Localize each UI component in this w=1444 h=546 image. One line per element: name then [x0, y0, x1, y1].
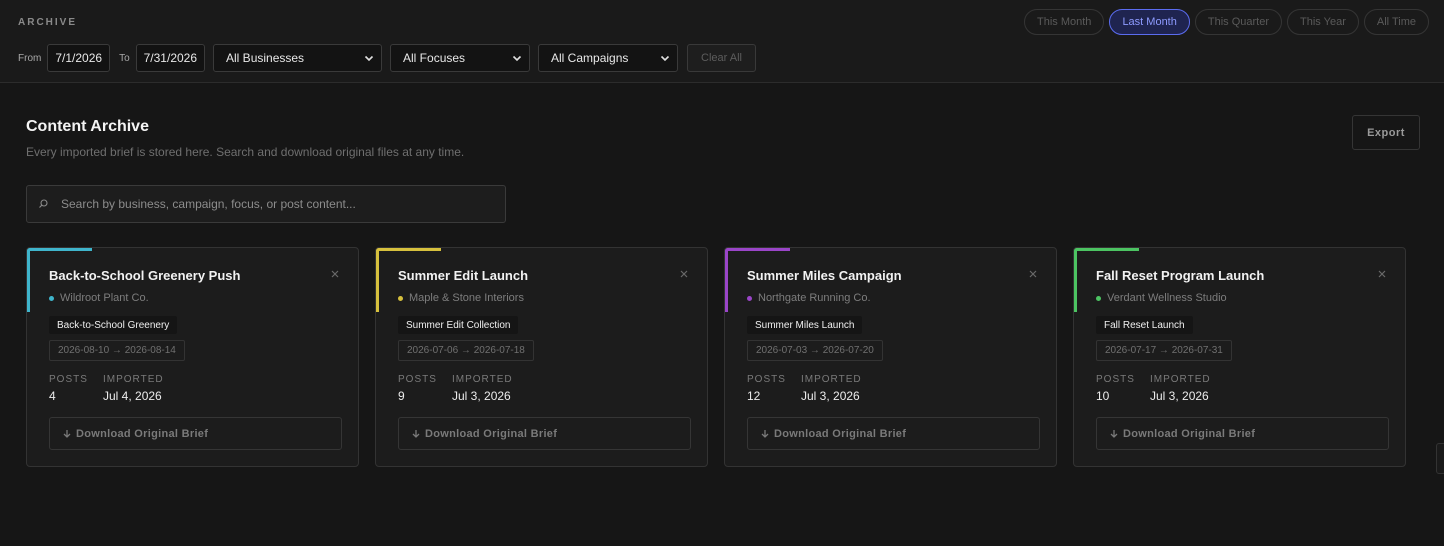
card-business: Wildroot Plant Co. [49, 292, 149, 304]
page-subtitle: Every imported brief is stored here. Sea… [26, 145, 465, 159]
campaign-tag: Summer Edit Collection [398, 316, 519, 334]
campaign-tag: Back-to-School Greenery [49, 316, 178, 334]
card-title: Back-to-School Greenery Push [49, 268, 241, 283]
chevron-down-icon [512, 55, 522, 62]
brief-card: Summer Edit Launch Maple & Stone Interio… [375, 247, 708, 467]
imported-date: Jul 3, 2026 [801, 389, 860, 403]
business-name: Northgate Running Co. [758, 292, 871, 304]
side-panel-handle[interactable] [1436, 443, 1444, 474]
posts-count: 4 [49, 389, 56, 403]
imported-label: IMPORTED [1150, 374, 1211, 385]
card-accent [1074, 248, 1139, 251]
from-date-input[interactable]: 7/1/2026 [47, 44, 111, 72]
range-pill-this-quarter[interactable]: This Quarter [1194, 9, 1282, 35]
date-range-badge: 2026-08-10 → 2026-08-14 [49, 340, 185, 361]
campaign-select-value: All Campaigns [551, 51, 629, 65]
download-arrow-icon [1110, 429, 1118, 438]
filter-row: From 7/1/2026 To 7/31/2026 All Businesse… [18, 44, 757, 72]
card-business: Verdant Wellness Studio [1096, 292, 1227, 304]
download-brief-button[interactable]: Download Original Brief [49, 417, 342, 450]
date-range-badge: 2026-07-03 → 2026-07-20 [747, 340, 883, 361]
imported-label: IMPORTED [801, 374, 862, 385]
from-label: From [18, 52, 42, 64]
card-accent [27, 248, 30, 312]
campaign-select[interactable]: All Campaigns [538, 44, 679, 72]
download-label: Download Original Brief [774, 427, 907, 440]
imported-date: Jul 3, 2026 [1150, 389, 1209, 403]
page-title: Content Archive [26, 118, 149, 135]
clear-all-button[interactable]: Clear All [687, 44, 757, 72]
card-accent [725, 248, 790, 251]
business-dot [398, 295, 403, 301]
posts-label: POSTS [398, 374, 437, 385]
card-accent [27, 248, 92, 251]
business-dot [49, 295, 54, 301]
card-accent [725, 248, 728, 312]
campaign-tag: Summer Miles Launch [747, 316, 863, 334]
download-label: Download Original Brief [76, 427, 209, 440]
card-business: Northgate Running Co. [747, 292, 871, 304]
download-arrow-icon [63, 429, 71, 438]
business-name: Verdant Wellness Studio [1107, 292, 1227, 304]
download-arrow-icon [761, 429, 769, 438]
card-accent [1074, 248, 1077, 312]
close-icon[interactable] [678, 268, 690, 280]
download-label: Download Original Brief [1123, 427, 1256, 440]
chevron-down-icon [660, 55, 670, 62]
range-pill-this-month[interactable]: This Month [1024, 9, 1105, 35]
business-name: Wildroot Plant Co. [60, 292, 149, 304]
chevron-down-icon [364, 55, 374, 62]
close-icon[interactable] [329, 268, 341, 280]
business-select-value: All Businesses [226, 51, 305, 65]
imported-label: IMPORTED [103, 374, 164, 385]
download-brief-button[interactable]: Download Original Brief [747, 417, 1040, 450]
card-title: Fall Reset Program Launch [1096, 268, 1265, 283]
campaign-tag: Fall Reset Launch [1096, 316, 1193, 334]
business-select[interactable]: All Businesses [213, 44, 383, 72]
posts-count: 9 [398, 389, 405, 403]
business-name: Maple & Stone Interiors [409, 292, 524, 304]
search-input[interactable] [61, 197, 481, 211]
imported-label: IMPORTED [452, 374, 513, 385]
imported-date: Jul 3, 2026 [452, 389, 511, 403]
posts-label: POSTS [1096, 374, 1135, 385]
range-pill-last-month[interactable]: Last Month [1109, 9, 1190, 35]
date-range-badge: 2026-07-06 → 2026-07-18 [398, 340, 534, 361]
to-date-input[interactable]: 7/31/2026 [135, 44, 206, 72]
brief-card: Back-to-School Greenery Push Wildroot Pl… [26, 247, 359, 467]
download-label: Download Original Brief [425, 427, 558, 440]
range-pill-all-time[interactable]: All Time [1363, 9, 1429, 35]
close-icon[interactable] [1376, 268, 1388, 280]
card-accent [376, 248, 441, 251]
card-accent [376, 248, 379, 312]
posts-label: POSTS [747, 374, 786, 385]
date-range-pills: This Month Last Month This Quarter This … [1024, 9, 1429, 35]
focus-select-value: All Focuses [403, 51, 466, 65]
card-title: Summer Edit Launch [398, 268, 529, 283]
section-label: ARCHIVE [18, 17, 78, 28]
posts-label: POSTS [49, 374, 88, 385]
date-range-badge: 2026-07-17 → 2026-07-31 [1096, 340, 1232, 361]
business-dot [1096, 295, 1101, 301]
search-bar [26, 185, 506, 223]
business-dot [747, 295, 752, 301]
card-title: Summer Miles Campaign [747, 268, 902, 283]
brief-card: Fall Reset Program Launch Verdant Wellne… [1073, 247, 1406, 467]
to-label: To [119, 52, 130, 64]
brief-card: Summer Miles Campaign Northgate Running … [724, 247, 1057, 467]
filter-bar: ARCHIVE This Month Last Month This Quart… [0, 0, 1444, 83]
search-icon [39, 199, 48, 208]
posts-count: 10 [1096, 389, 1110, 403]
focus-select[interactable]: All Focuses [390, 44, 531, 72]
card-business: Maple & Stone Interiors [398, 292, 524, 304]
posts-count: 12 [747, 389, 761, 403]
imported-date: Jul 4, 2026 [103, 389, 162, 403]
download-brief-button[interactable]: Download Original Brief [1096, 417, 1389, 450]
range-pill-this-year[interactable]: This Year [1287, 9, 1359, 35]
download-brief-button[interactable]: Download Original Brief [398, 417, 691, 450]
export-button[interactable]: Export [1352, 115, 1420, 150]
download-arrow-icon [412, 429, 420, 438]
close-icon[interactable] [1027, 268, 1039, 280]
